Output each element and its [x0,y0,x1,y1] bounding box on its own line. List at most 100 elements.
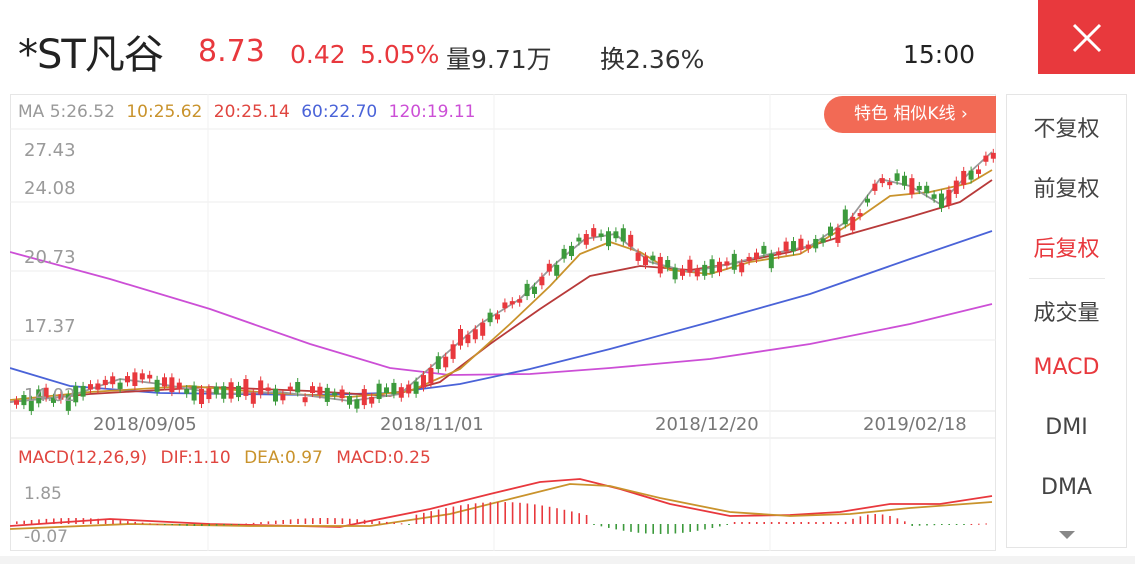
candle-body [406,384,412,394]
candle-body [872,183,878,191]
kline-chart[interactable]: MA 5:26.52 10:25.62 20:25.14 60:22.70 12… [10,94,996,551]
macd-bar [711,524,714,529]
macd-bar [445,507,447,524]
menu-backward-adjust[interactable]: 后复权 [1007,231,1126,263]
macd-bar [127,521,129,524]
close-button[interactable] [1038,0,1135,74]
macd-bar [504,502,506,524]
candle-body [702,264,708,276]
candle-body [147,374,153,379]
macd-bar [497,502,499,524]
candle-body [791,241,796,252]
macd-bar [452,506,455,524]
volume: 量9.71万 [446,45,552,74]
date-axis-label: 2018/11/01 [380,414,484,435]
macd-bar [45,518,48,524]
macd-bar [386,521,388,524]
candle-body [191,385,197,401]
candle-body [583,234,589,245]
candle-body [265,387,271,391]
menu-dmi[interactable]: DMI [1007,415,1126,440]
candle-body [88,384,93,390]
candle-body [554,264,560,276]
candle-body [709,259,715,274]
turnover-rate: 换2.36% [600,45,705,74]
macd-bar [645,524,647,534]
candle-body [628,234,634,247]
candle-body [672,267,678,280]
macd-bar [134,521,136,524]
macd-bar [918,524,921,526]
macd-bar [289,519,292,524]
date-axis-label: 2018/12/20 [655,414,759,435]
macd-bar [60,518,62,524]
macd-bar [578,513,580,524]
macd-legend-item: MACD(12,26,9) [18,448,148,468]
macd-bar [682,524,684,533]
macd-bar [489,502,492,524]
menu-volume[interactable]: 成交量 [1007,295,1126,327]
candle-body [398,387,404,398]
macd-bar [615,524,617,530]
candle-body [591,228,597,237]
macd-bar [741,522,743,524]
price-change: 0.42 [290,40,346,69]
macd-bar [963,524,965,525]
macd-bar [696,524,699,531]
macd-bar [67,518,70,524]
menu-forward-adjust[interactable]: 前复权 [1007,171,1126,203]
macd-bar [415,514,418,524]
macd-bar [297,518,299,524]
macd-bar [867,514,869,524]
macd-bar [16,521,18,524]
macd-bar [630,524,632,532]
macd-bar [208,524,210,526]
candle-body [117,382,123,389]
macd-bar [955,524,958,525]
dif-line [10,478,993,528]
menu-no-adjust[interactable]: 不复权 [1007,111,1126,143]
candle-body [509,301,515,305]
candle-body [546,263,552,272]
candle-body [125,376,130,383]
menu-dma[interactable]: DMA [1007,475,1126,500]
macd-bar [30,520,33,524]
macd-bar [844,521,847,524]
candle-body [443,356,449,368]
macd-bar [948,524,950,525]
candle-body [687,259,693,273]
macd-bar [926,524,928,526]
candle-body [428,367,434,384]
menu-macd[interactable]: MACD [1007,355,1126,380]
candle-body [110,376,116,385]
candle-body [369,396,375,404]
macd-bar [807,522,810,524]
candle-body [184,389,190,394]
current-price: 8.73 [198,34,265,69]
candle-body [539,276,545,286]
candle-body [258,380,264,395]
macd-bar [756,522,758,524]
candle-body [339,389,345,399]
macd-bar [423,512,425,524]
candle-body [635,252,641,261]
macd-legend-item: MACD:0.25 [336,448,431,468]
macd-bar [164,524,166,525]
candle-body [524,283,530,297]
macd-bar [408,524,410,525]
candle-body [413,381,419,394]
candle-body [990,152,996,159]
macd-bar [97,518,99,524]
price-axis-label: 24.08 [24,178,76,199]
candle-body [487,312,493,323]
candle-body [576,237,582,242]
similar-kline-button[interactable]: 特色 相似K线 › [824,96,996,133]
candle-body [221,386,227,399]
change-percent: 5.05% [360,40,440,69]
scroll-down-icon[interactable] [1059,531,1075,539]
candle-body [465,334,471,344]
candle-body [850,216,856,231]
macd-bar [238,524,240,525]
macd-bar [141,522,144,524]
candle-body [761,245,767,254]
